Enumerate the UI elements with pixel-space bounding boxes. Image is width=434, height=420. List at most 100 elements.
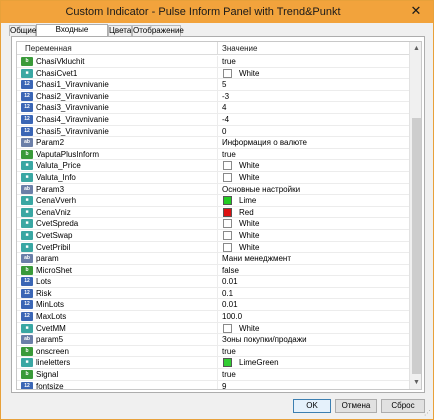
color-checkbox[interactable] bbox=[223, 219, 232, 229]
parameter-value[interactable]: true bbox=[222, 57, 236, 66]
str-icon: ab bbox=[21, 335, 33, 345]
dialog-window: Custom Indicator - Pulse Inform Panel wi… bbox=[0, 0, 434, 420]
parameter-name: lineletters bbox=[36, 358, 71, 368]
parameter-value[interactable]: Red bbox=[239, 208, 254, 217]
parameter-value[interactable]: 9 bbox=[222, 382, 226, 389]
grid-header: Переменная Значение bbox=[17, 42, 409, 55]
parameter-value[interactable]: Основные настройки bbox=[222, 185, 300, 194]
parameter-value[interactable]: White bbox=[239, 243, 259, 252]
parameter-row[interactable]: 12 Chasi3_Viravnivanie 4 bbox=[17, 102, 409, 114]
color-swatch[interactable] bbox=[223, 358, 232, 368]
parameter-row[interactable]: b onscreen true bbox=[17, 345, 409, 358]
column-header-variable[interactable]: Переменная bbox=[25, 44, 72, 53]
parameter-row[interactable]: 12 Chasi5_Viravnivanie 0 bbox=[17, 125, 409, 138]
color-checkbox[interactable] bbox=[223, 68, 232, 78]
parameter-row[interactable]: ab Param2 Информация о валюте bbox=[17, 137, 409, 149]
tab-colors[interactable]: Цвета bbox=[108, 25, 132, 36]
row-divider bbox=[217, 79, 218, 90]
parameter-value[interactable]: White bbox=[239, 219, 259, 228]
num-icon: 12 bbox=[21, 381, 33, 389]
color-checkbox[interactable] bbox=[223, 230, 232, 240]
color-checkbox[interactable] bbox=[223, 161, 232, 171]
parameter-row[interactable]: 12 MaxLots 100.0 bbox=[17, 311, 409, 323]
parameter-row[interactable]: ■ CenaVverh Lime bbox=[17, 195, 409, 207]
row-divider bbox=[217, 253, 218, 264]
row-divider bbox=[217, 195, 218, 206]
color-icon: ■ bbox=[21, 196, 33, 206]
scroll-thumb[interactable] bbox=[412, 118, 421, 374]
parameter-row[interactable]: 12 fontsize 9 bbox=[17, 380, 409, 389]
parameter-row[interactable]: 12 Risk 0.1 bbox=[17, 287, 409, 300]
parameter-row[interactable]: ab Param3 Основные настройки bbox=[17, 183, 409, 196]
num-icon: 12 bbox=[21, 300, 33, 310]
parameter-value[interactable]: 0.1 bbox=[222, 289, 233, 298]
parameter-row[interactable]: b Signal true bbox=[17, 369, 409, 381]
parameter-value[interactable]: true bbox=[222, 347, 236, 356]
parameter-name: onscreen bbox=[36, 346, 69, 356]
cancel-button[interactable]: Отмена bbox=[335, 399, 377, 413]
parameter-row[interactable]: 12 Chasi2_Viravnivanie -3 bbox=[17, 90, 409, 103]
color-checkbox[interactable] bbox=[223, 172, 232, 182]
parameter-value[interactable]: White bbox=[239, 69, 259, 78]
parameter-value[interactable]: Зоны покупки/продажи bbox=[222, 335, 307, 344]
vertical-scrollbar[interactable]: ▲ ▼ bbox=[409, 42, 421, 389]
parameter-row[interactable]: 12 MinLots 0.01 bbox=[17, 299, 409, 312]
close-icon[interactable]: ✕ bbox=[405, 2, 427, 20]
parameter-row[interactable]: ab param5 Зоны покупки/продажи bbox=[17, 334, 409, 346]
parameter-row[interactable]: b MicroShet false bbox=[17, 264, 409, 277]
title-bar[interactable]: Custom Indicator - Pulse Inform Panel wi… bbox=[1, 1, 433, 23]
parameter-value[interactable]: White bbox=[239, 231, 259, 240]
column-divider[interactable] bbox=[217, 42, 218, 55]
parameter-value[interactable]: 100.0 bbox=[222, 312, 242, 321]
parameter-value[interactable]: Мани менеджмент bbox=[222, 254, 291, 263]
color-swatch[interactable] bbox=[223, 196, 232, 206]
reset-button[interactable]: Сброс bbox=[381, 399, 425, 413]
parameter-row[interactable]: ■ CvetSpreda White bbox=[17, 218, 409, 230]
parameter-row[interactable]: ■ CenaVniz Red bbox=[17, 206, 409, 219]
bool-icon: b bbox=[21, 370, 33, 380]
parameter-value[interactable]: 4 bbox=[222, 103, 226, 112]
parameter-row[interactable]: ■ Valuta_Info White bbox=[17, 171, 409, 184]
color-checkbox[interactable] bbox=[223, 242, 232, 252]
parameter-value[interactable]: true bbox=[222, 370, 236, 379]
column-header-value[interactable]: Значение bbox=[222, 44, 257, 53]
row-divider bbox=[217, 218, 218, 229]
parameter-name: Chasi5_Viravnivanie bbox=[36, 126, 109, 136]
parameter-row[interactable]: b VaputaPlusInform true bbox=[17, 148, 409, 161]
parameter-row[interactable]: 12 Lots 0.01 bbox=[17, 276, 409, 288]
parameter-row[interactable]: ■ CvetMM White bbox=[17, 322, 409, 335]
parameter-row[interactable]: ■ lineletters LimeGreen bbox=[17, 357, 409, 370]
parameter-row[interactable]: 12 Chasi4_Viravnivanie -4 bbox=[17, 113, 409, 126]
scroll-down-icon[interactable]: ▼ bbox=[410, 376, 421, 389]
parameter-value[interactable]: Информация о валюте bbox=[222, 138, 307, 147]
parameter-row[interactable]: ■ CvetSwap White bbox=[17, 229, 409, 242]
tab-general[interactable]: Общие bbox=[9, 25, 36, 36]
parameter-value[interactable]: LimeGreen bbox=[239, 358, 279, 367]
parameter-value[interactable]: true bbox=[222, 150, 236, 159]
parameter-value[interactable]: 0 bbox=[222, 127, 226, 136]
parameter-value[interactable]: 5 bbox=[222, 80, 226, 89]
parameter-value[interactable]: White bbox=[239, 173, 259, 182]
parameter-row[interactable]: ■ Valuta_Price White bbox=[17, 160, 409, 172]
parameter-row[interactable]: b ChasiVkluchit true bbox=[17, 56, 409, 68]
num-icon: 12 bbox=[21, 114, 33, 124]
parameter-value[interactable]: 0.01 bbox=[222, 277, 238, 286]
parameter-row[interactable]: ab param Мани менеджмент bbox=[17, 253, 409, 265]
ok-button[interactable]: OK bbox=[293, 399, 331, 413]
tab-display[interactable]: Отображение bbox=[132, 25, 184, 36]
parameter-value[interactable]: White bbox=[239, 324, 259, 333]
parameter-row[interactable]: 12 Chasi1_Viravnivanie 5 bbox=[17, 79, 409, 91]
color-swatch[interactable] bbox=[223, 207, 232, 217]
parameter-row[interactable]: ■ ChasiCvet1 White bbox=[17, 67, 409, 80]
bool-icon: b bbox=[21, 265, 33, 275]
color-checkbox[interactable] bbox=[223, 323, 232, 333]
parameter-value[interactable]: -3 bbox=[222, 92, 229, 101]
parameter-row[interactable]: ■ CvetPribil White bbox=[17, 241, 409, 254]
parameter-value[interactable]: White bbox=[239, 161, 259, 170]
parameter-value[interactable]: 0.01 bbox=[222, 300, 238, 309]
parameter-value[interactable]: -4 bbox=[222, 115, 229, 124]
parameter-value[interactable]: false bbox=[222, 266, 239, 275]
scroll-up-icon[interactable]: ▲ bbox=[410, 42, 421, 55]
parameter-value[interactable]: Lime bbox=[239, 196, 256, 205]
resize-grip-icon[interactable]: ⋰ bbox=[424, 409, 431, 417]
